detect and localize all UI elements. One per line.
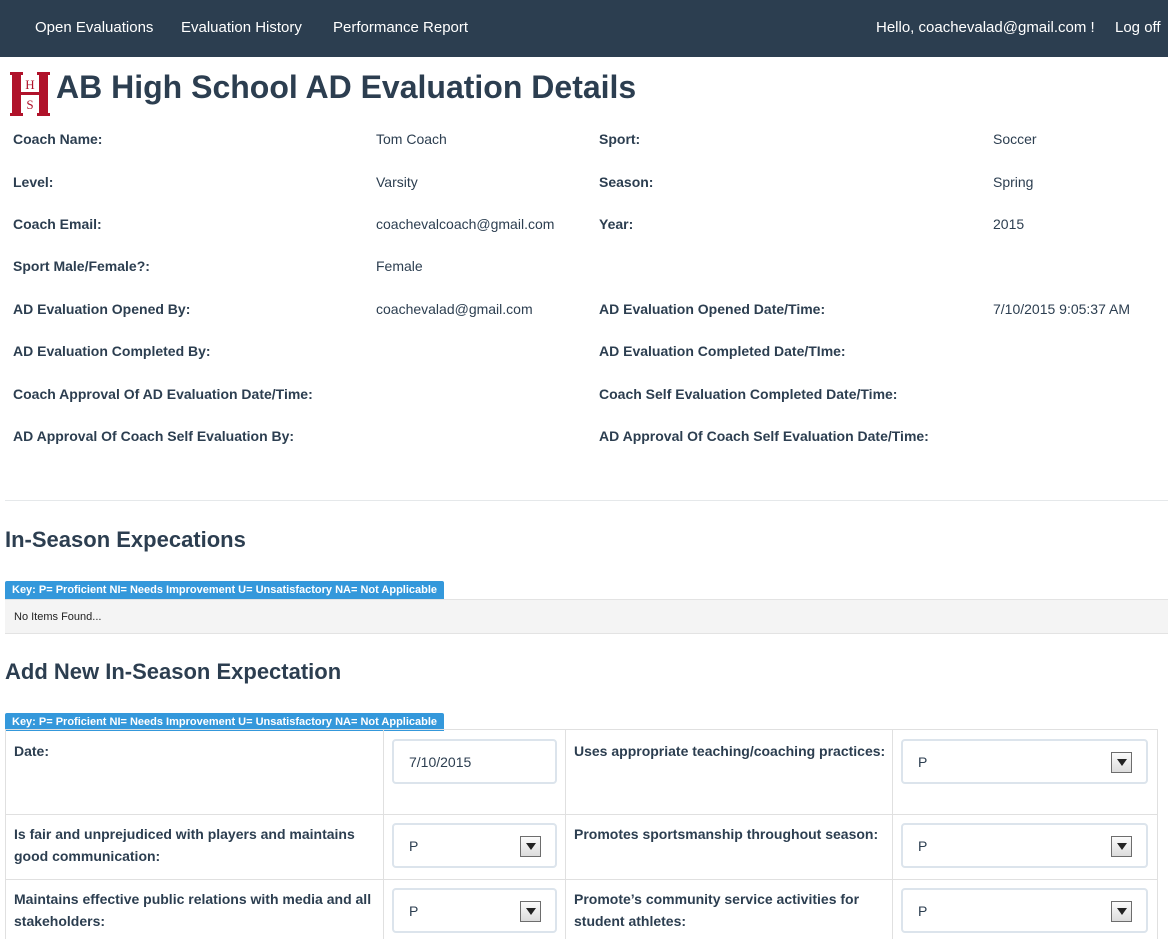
ad-approval-by-label: AD Approval Of Coach Self Evaluation By: bbox=[13, 428, 295, 444]
nav-performance-report[interactable]: Performance Report bbox=[333, 18, 468, 38]
season-label: Season: bbox=[599, 174, 654, 190]
date-label: Date: bbox=[14, 743, 50, 759]
teaching-practices-value: P bbox=[918, 754, 928, 770]
page-title: AB High School AD Evaluation Details bbox=[56, 69, 637, 105]
chevron-down-icon[interactable] bbox=[520, 836, 541, 857]
coach-name-value: Tom Coach bbox=[376, 131, 447, 147]
sportsmanship-value: P bbox=[918, 838, 928, 854]
ad-completed-datetime-label: AD Evaluation Completed Date/TIme: bbox=[599, 343, 846, 359]
svg-text:S: S bbox=[26, 97, 33, 112]
table-row-divider bbox=[5, 879, 1158, 880]
ad-opened-datetime-value: 7/10/2015 9:05:37 AM bbox=[993, 301, 1130, 317]
table-row-divider bbox=[5, 814, 1158, 815]
date-input-value: 7/10/2015 bbox=[409, 754, 472, 770]
sport-gender-value: Female bbox=[376, 258, 423, 274]
ad-opened-by-value: coachevalad@gmail.com bbox=[376, 301, 533, 317]
fair-unprejudiced-select[interactable]: P bbox=[392, 823, 557, 868]
date-input[interactable]: 7/10/2015 bbox=[392, 739, 557, 784]
coach-approval-datetime-label: Coach Approval Of AD Evaluation Date/Tim… bbox=[13, 386, 313, 402]
fair-unprejudiced-label: Is fair and unprejudiced with players an… bbox=[14, 826, 355, 864]
table-column-divider bbox=[892, 729, 893, 939]
year-label: Year: bbox=[599, 216, 634, 232]
coach-self-eval-datetime-label: Coach Self Evaluation Completed Date/Tim… bbox=[599, 386, 898, 402]
in-season-title: In-Season Expecations bbox=[5, 527, 246, 552]
fair-unprejudiced-value: P bbox=[409, 838, 419, 854]
level-label: Level: bbox=[13, 174, 54, 190]
user-greeting-link[interactable]: Hello, coachevalad@gmail.com ! bbox=[876, 18, 1095, 38]
chevron-down-icon[interactable] bbox=[1111, 836, 1132, 857]
public-relations-value: P bbox=[409, 903, 419, 919]
sport-label: Sport: bbox=[599, 131, 641, 147]
chevron-down-icon[interactable] bbox=[520, 901, 541, 922]
nav-open-evaluations[interactable]: Open Evaluations bbox=[35, 18, 153, 38]
coach-email-value: coachevalcoach@gmail.com bbox=[376, 216, 555, 232]
rating-key-badge: Key: P= Proficient NI= Needs Improvement… bbox=[5, 581, 445, 599]
sport-gender-label: Sport Male/Female?: bbox=[13, 258, 150, 274]
add-expectation-title: Add New In-Season Expectation bbox=[5, 659, 342, 684]
teaching-practices-label: Uses appropriate teaching/coaching pract… bbox=[574, 743, 886, 759]
school-logo: H S bbox=[10, 72, 50, 116]
public-relations-select[interactable]: P bbox=[392, 888, 557, 933]
top-navbar: Open Evaluations Evaluation History Perf… bbox=[0, 0, 1168, 57]
level-value: Varsity bbox=[376, 174, 418, 190]
community-service-label: Promote’s community service activities f… bbox=[574, 891, 860, 929]
ad-approval-datetime-label: AD Approval Of Coach Self Evaluation Dat… bbox=[599, 428, 929, 444]
chevron-down-icon[interactable] bbox=[1111, 901, 1132, 922]
sport-value: Soccer bbox=[993, 131, 1037, 147]
table-column-divider bbox=[383, 729, 384, 939]
community-service-value: P bbox=[918, 903, 928, 919]
coach-name-label: Coach Name: bbox=[13, 131, 103, 147]
season-value: Spring bbox=[993, 174, 1034, 190]
coach-email-label: Coach Email: bbox=[13, 216, 102, 232]
teaching-practices-select[interactable]: P bbox=[901, 739, 1148, 784]
ad-opened-by-label: AD Evaluation Opened By: bbox=[13, 301, 191, 317]
sportsmanship-select[interactable]: P bbox=[901, 823, 1148, 868]
empty-list-text: No Items Found... bbox=[14, 611, 102, 623]
ad-completed-by-label: AD Evaluation Completed By: bbox=[13, 343, 211, 359]
public-relations-label: Maintains effective public relations wit… bbox=[14, 891, 372, 929]
svg-text:H: H bbox=[25, 77, 34, 92]
sportsmanship-label: Promotes sportsmanship throughout season… bbox=[574, 826, 879, 842]
empty-list-panel: No Items Found... bbox=[5, 599, 1168, 634]
ad-opened-datetime-label: AD Evaluation Opened Date/Time: bbox=[599, 301, 826, 317]
community-service-select[interactable]: P bbox=[901, 888, 1148, 933]
table-column-divider bbox=[565, 729, 566, 939]
logoff-link[interactable]: Log off bbox=[1115, 18, 1161, 38]
year-value: 2015 bbox=[993, 216, 1025, 232]
nav-evaluation-history[interactable]: Evaluation History bbox=[181, 18, 302, 38]
section-divider bbox=[5, 500, 1168, 501]
chevron-down-icon[interactable] bbox=[1111, 752, 1132, 773]
